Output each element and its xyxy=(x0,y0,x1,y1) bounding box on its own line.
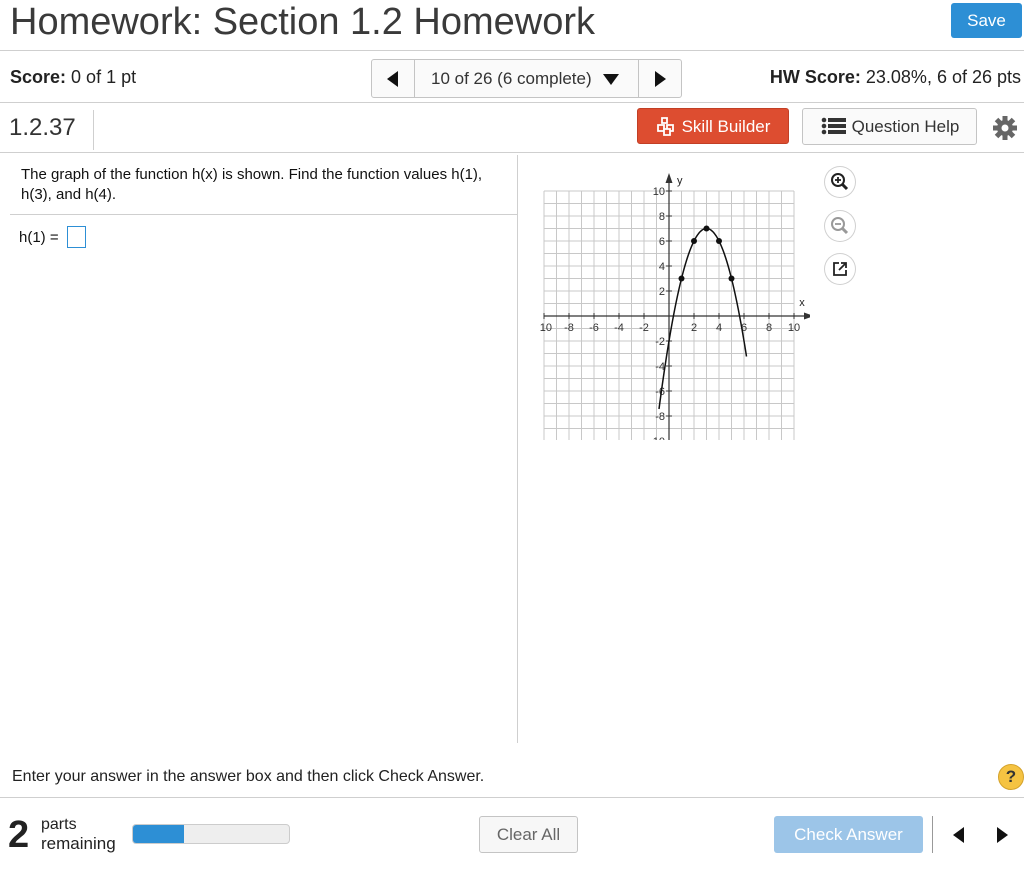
previous-question-button[interactable] xyxy=(372,60,415,97)
x-tick-label: -4 xyxy=(614,322,624,334)
graph-point xyxy=(691,238,697,244)
answer-label: h(1) = xyxy=(19,229,59,246)
list-icon xyxy=(821,117,846,135)
score-display: Score: 0 of 1 pt xyxy=(10,67,136,88)
skill-builder-label: Skill Builder xyxy=(681,116,771,136)
graph-point xyxy=(716,238,722,244)
hw-score-value: 23.08%, 6 of 26 pts xyxy=(865,67,1021,87)
zoom-in-icon xyxy=(831,173,849,191)
settings-button[interactable] xyxy=(991,114,1019,142)
question-select-label: 10 of 26 (6 complete) xyxy=(431,69,592,88)
page-title: Homework: Section 1.2 Homework xyxy=(10,1,595,43)
divider xyxy=(0,50,1024,51)
y-tick-label: -8 xyxy=(655,411,665,423)
divider xyxy=(93,110,94,150)
divider xyxy=(932,816,933,853)
question-help-label: Question Help xyxy=(851,117,960,136)
x-tick-label: 2 xyxy=(691,322,697,334)
x-tick-label: 4 xyxy=(716,322,722,334)
y-tick-label: 8 xyxy=(659,211,665,223)
divider xyxy=(10,214,517,215)
gear-icon xyxy=(993,116,1017,140)
parts-label: parts xyxy=(41,816,77,833)
question-number: 1.2.37 xyxy=(9,114,76,141)
next-arrow-icon xyxy=(655,71,666,87)
next-arrow-icon xyxy=(997,827,1008,843)
function-curve xyxy=(658,227,748,410)
parts-remaining-count: 2 xyxy=(8,814,30,856)
y-tick-label: 4 xyxy=(659,261,665,273)
zoom-out-icon xyxy=(831,217,849,235)
zoom-in-button[interactable] xyxy=(825,167,855,197)
x-tick-label: -2 xyxy=(639,322,649,334)
y-tick-label: 6 xyxy=(659,236,665,248)
popout-icon xyxy=(833,262,847,276)
graph-point xyxy=(678,275,685,282)
pane-divider xyxy=(517,155,518,743)
question-text: The graph of the function h(x) is shown.… xyxy=(21,166,483,203)
next-part-button[interactable] xyxy=(986,822,1016,848)
next-question-button[interactable] xyxy=(638,60,681,97)
check-answer-button[interactable]: Check Answer xyxy=(774,816,923,853)
question-navigator: 10 of 26 (6 complete) xyxy=(371,59,682,98)
y-axis-label: y xyxy=(677,175,683,187)
skill-builder-button[interactable]: Skill Builder xyxy=(637,108,789,144)
hw-score-label: HW Score: xyxy=(769,67,861,87)
clear-all-button[interactable]: Clear All xyxy=(479,816,578,853)
save-button[interactable]: Save xyxy=(951,3,1022,38)
x-tick-label: 10 xyxy=(788,322,800,334)
help-icon[interactable]: ? xyxy=(998,764,1024,790)
skill-builder-icon xyxy=(656,116,674,136)
x-axis-arrow xyxy=(804,312,810,320)
popout-button[interactable] xyxy=(825,254,855,284)
remaining-label: remaining xyxy=(41,834,116,853)
hw-score-display: HW Score: 23.08%, 6 of 26 pts xyxy=(770,67,1021,88)
progress-fill xyxy=(133,825,185,843)
x-axis-label: x xyxy=(799,297,805,309)
y-tick-label: 10 xyxy=(653,186,665,198)
score-label: Score: xyxy=(10,67,67,87)
x-tick-label: -6 xyxy=(589,322,599,334)
x-tick-label: 8 xyxy=(766,322,772,334)
divider xyxy=(0,152,1024,153)
prev-arrow-icon xyxy=(387,71,398,87)
question-select-dropdown[interactable]: 10 of 26 (6 complete) xyxy=(415,60,637,97)
x-tick-label: -10 xyxy=(540,322,552,334)
x-tick-label: -8 xyxy=(564,322,574,334)
graph-point xyxy=(728,275,735,282)
score-value: 0 of 1 pt xyxy=(71,67,137,87)
y-axis-arrow xyxy=(665,173,673,183)
divider xyxy=(0,797,1024,798)
divider xyxy=(0,102,1024,103)
caret-down-icon xyxy=(603,74,619,85)
y-tick-label: 2 xyxy=(659,286,665,298)
zoom-out-button[interactable] xyxy=(825,211,855,241)
graph-point xyxy=(703,225,710,232)
parts-progress-bar xyxy=(132,824,290,844)
prev-arrow-icon xyxy=(953,827,964,843)
h1-answer-input[interactable] xyxy=(67,226,86,248)
y-tick-label: -2 xyxy=(655,336,665,348)
previous-part-button[interactable] xyxy=(944,822,974,848)
y-tick-label: -10 xyxy=(649,436,665,440)
question-help-button[interactable]: Question Help xyxy=(802,108,977,145)
function-graph: xy-10-8-6-4-2246810108642-2-4-6-8-10 xyxy=(540,173,810,440)
instruction-text: Enter your answer in the answer box and … xyxy=(12,768,485,785)
